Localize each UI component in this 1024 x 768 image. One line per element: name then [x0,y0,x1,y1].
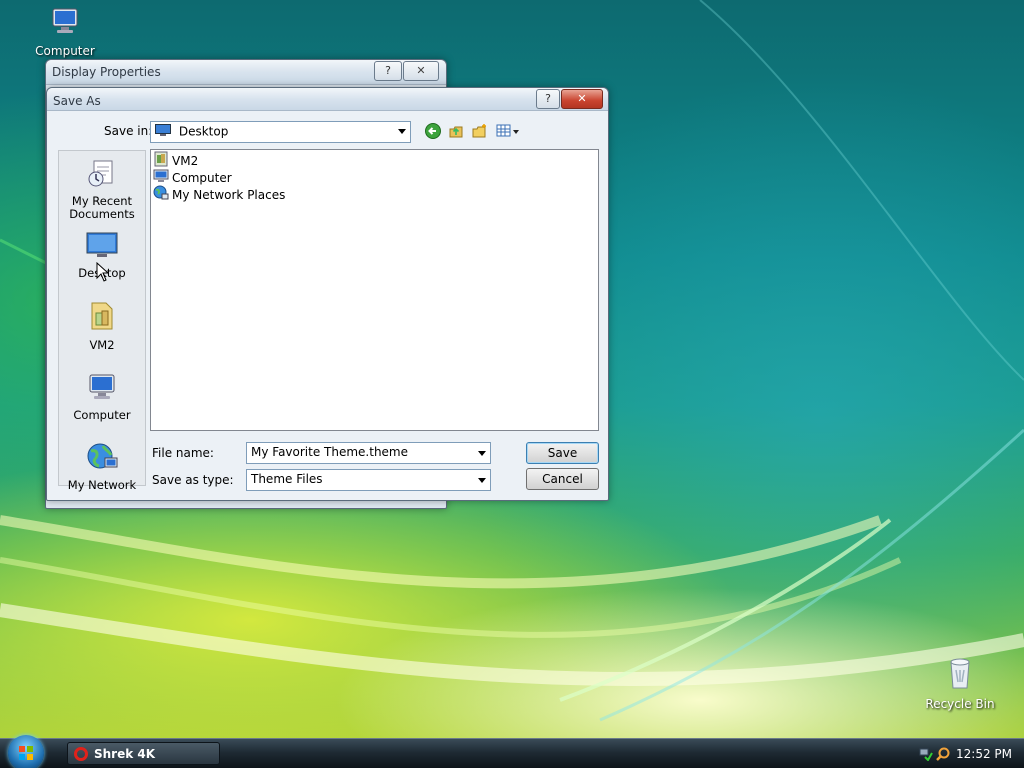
window-title: Save As [53,94,101,108]
places-item-vm2[interactable]: VM2 [59,299,145,352]
user-folder-icon [59,299,145,336]
save-button[interactable]: Save [526,442,599,464]
computer-icon [59,371,145,406]
desktop-icon-computer[interactable]: Computer [25,5,105,58]
places-item-network[interactable]: My Network [59,441,145,492]
close-icon: ✕ [416,64,426,77]
taskbar-button-browser[interactable]: Shrek 4K Wallpapers ... [67,742,220,765]
file-list-item[interactable]: VM2 [153,151,198,168]
network-globe-icon [59,441,145,476]
places-item-recent[interactable]: My Recent Documents [59,157,145,221]
network-places-icon [153,185,169,206]
views-menu-icon [496,124,519,137]
save-in-label: Save in: [104,124,153,138]
places-item-label: My Network [67,478,137,492]
network-status-icon[interactable] [919,747,933,761]
file-name: My Network Places [172,188,286,202]
window-title: Display Properties [52,65,161,79]
windows-logo-icon [19,746,33,760]
mouse-cursor-icon [96,262,110,282]
help-button[interactable]: ? [536,89,560,109]
chevron-down-icon [398,129,406,134]
file-list-item[interactable]: Computer [153,168,232,185]
places-item-label: Computer [73,408,131,422]
back-button[interactable] [425,123,441,139]
file-name-input[interactable]: My Favorite Theme.theme [246,442,491,464]
up-folder-button[interactable] [448,123,464,139]
clock[interactable]: 12:52 PM [956,747,1012,761]
save-in-value: Desktop [178,124,229,139]
file-name: VM2 [172,154,199,168]
views-menu-button[interactable] [496,123,522,139]
places-item-label: My Recent Documents [69,194,135,221]
file-list-item[interactable]: My Network Places [153,185,285,202]
close-button[interactable]: ✕ [561,89,603,109]
desktop-icon [155,124,171,140]
save-in-dropdown[interactable]: Desktop [150,121,411,143]
taskbar: Shrek 4K Wallpapers ... 12:52 PM [0,735,1024,768]
up-folder-icon [449,126,463,138]
recycle-bin-icon [920,656,1000,693]
save-as-titlebar[interactable]: Save As ? ✕ [47,88,608,111]
recent-documents-icon [59,157,145,192]
start-button[interactable] [8,735,44,768]
desktop-icon [59,231,145,264]
chevron-down-icon [478,451,486,456]
save-as-type-label: Save as type: [152,473,234,487]
save-as-type-dropdown[interactable]: Theme Files [246,469,491,491]
save-as-type-value: Theme Files [251,472,323,486]
chevron-down-icon [478,478,486,483]
file-name-label: File name: [152,446,214,460]
back-arrow-icon [425,123,441,139]
new-folder-button[interactable] [472,123,488,139]
cancel-button[interactable]: Cancel [526,468,599,490]
taskbar-button-label: Shrek 4K Wallpapers ... [94,747,156,761]
system-tray: 12:52 PM [912,739,1024,768]
file-name-value: My Favorite Theme.theme [251,445,409,459]
file-name: Computer [172,171,232,185]
places-item-label: VM2 [89,338,115,352]
desktop-icon-recycle-bin[interactable]: Recycle Bin [920,656,1000,711]
close-icon: ✕ [577,92,587,105]
new-folder-icon [472,124,486,138]
desktop-icon-label: Computer [35,44,95,58]
help-icon: ? [385,64,391,77]
search-icon[interactable] [936,747,950,761]
opera-icon [74,747,88,761]
computer-icon [25,5,105,40]
help-button[interactable]: ? [374,61,402,81]
file-list[interactable]: VM2 Computer My Network Places [150,149,599,431]
places-item-computer[interactable]: Computer [59,371,145,422]
help-icon: ? [545,92,551,105]
close-button[interactable]: ✕ [403,61,439,81]
display-properties-titlebar[interactable]: Display Properties ? ✕ [46,60,446,85]
desktop-icon-label: Recycle Bin [925,697,995,711]
places-bar: My Recent Documents Desktop VM2 Computer… [58,150,146,492]
